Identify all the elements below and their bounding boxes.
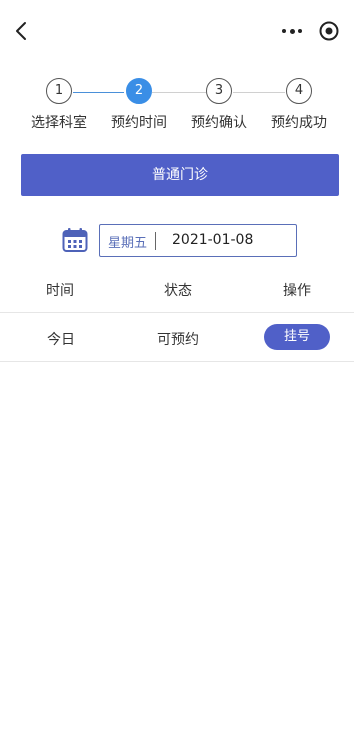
column-header-action: 操作 bbox=[283, 283, 311, 299]
column-header-status: 状态 bbox=[164, 283, 192, 299]
header-divider bbox=[0, 312, 354, 313]
step-number: 3 bbox=[206, 78, 232, 104]
step-select-department: 1 选择科室 bbox=[19, 78, 99, 132]
register-button[interactable]: 挂号 bbox=[264, 324, 330, 350]
selected-date: 2021-01-08 bbox=[172, 232, 254, 248]
target-circle-icon[interactable] bbox=[318, 20, 340, 42]
step-label: 选择科室 bbox=[31, 115, 87, 131]
clinic-type-banner: 普通门诊 bbox=[21, 154, 339, 196]
step-label: 预约时间 bbox=[111, 115, 167, 131]
column-header-time: 时间 bbox=[46, 283, 74, 299]
step-label: 预约确认 bbox=[191, 115, 247, 131]
weekday-label: 星期五 bbox=[108, 236, 148, 251]
date-separator bbox=[155, 232, 156, 250]
step-number: 1 bbox=[46, 78, 72, 104]
row-status: 可预约 bbox=[157, 332, 199, 348]
mini-program-capsule bbox=[276, 18, 340, 44]
row-time: 今日 bbox=[47, 332, 75, 348]
step-confirm: 3 预约确认 bbox=[179, 78, 259, 132]
step-label: 预约成功 bbox=[271, 115, 327, 131]
booking-steps: 1 选择科室 2 预约时间 3 预约确认 4 预约成功 bbox=[0, 78, 354, 133]
back-icon[interactable] bbox=[10, 18, 34, 44]
calendar-icon[interactable] bbox=[62, 227, 88, 253]
date-selector[interactable]: 星期五 2021-01-08 bbox=[99, 224, 297, 257]
table-row: 今日 可预约 挂号 bbox=[0, 314, 354, 360]
schedule-table-header: 时间 状态 操作 bbox=[0, 270, 354, 310]
row-divider bbox=[0, 361, 354, 362]
step-appointment-time: 2 预约时间 bbox=[99, 78, 179, 132]
navigation-bar bbox=[0, 0, 354, 62]
step-success: 4 预约成功 bbox=[259, 78, 339, 132]
step-number: 2 bbox=[126, 78, 152, 104]
more-dots-icon[interactable] bbox=[280, 18, 304, 44]
step-number: 4 bbox=[286, 78, 312, 104]
